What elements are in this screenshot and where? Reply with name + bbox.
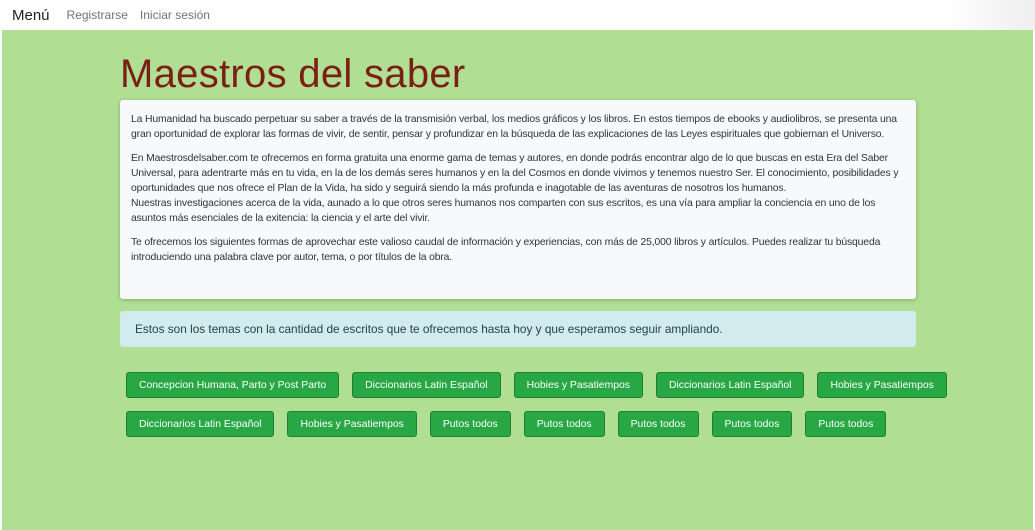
topic-button[interactable]: Diccionarios Latin Español [655,372,805,398]
topic-button[interactable]: Hobies y Pasatiempos [513,372,643,398]
topic-button[interactable]: Diccionarios Latin Español [352,372,501,398]
top-navbar: Menú Registrarse Iniciar sesión [0,0,1035,30]
page-title: Maestros del saber [120,52,466,96]
topic-button[interactable]: Putos todos [429,411,511,437]
main-content: Maestros del saber La Humanidad ha busca… [2,30,1033,530]
topic-button[interactable]: Putos todos [617,411,699,437]
topic-button[interactable]: Diccionarios Latin Español [126,411,275,437]
login-link[interactable]: Iniciar sesión [140,8,210,22]
topic-button[interactable]: Putos todos [805,411,887,437]
intro-paragraph-1: La Humanidad ha buscado perpetuar su sab… [131,114,897,140]
intro-paragraph-4: Te ofrecemos los siguientes formas de ap… [131,237,881,263]
intro-card: La Humanidad ha buscado perpetuar su sab… [120,100,916,299]
topics-info-alert: Estos son los temas con la cantidad de e… [120,311,916,347]
topic-button[interactable]: Concepcion Humana, Parto y Post Parto [126,372,340,398]
navbar-shadow [945,0,1035,30]
topic-row-2: Diccionarios Latin Español Hobies y Pasa… [126,411,916,437]
intro-paragraph-3: Nuestras investigaciones acerca de la vi… [131,198,876,224]
intro-paragraph-2: En Maestrosdelsaber.com te ofrecemos en … [131,153,899,194]
topic-row-1: Concepcion Humana, Parto y Post Parto Di… [126,372,947,398]
menu-brand[interactable]: Menú [12,7,50,24]
topic-buttons: Concepcion Humana, Parto y Post Parto Di… [126,372,947,450]
topic-button[interactable]: Putos todos [711,411,793,437]
topic-button[interactable]: Hobies y Pasatiempos [287,411,417,437]
register-link[interactable]: Registrarse [67,8,128,22]
topic-button[interactable]: Hobies y Pasatiempos [817,372,947,398]
topic-button[interactable]: Putos todos [523,411,605,437]
